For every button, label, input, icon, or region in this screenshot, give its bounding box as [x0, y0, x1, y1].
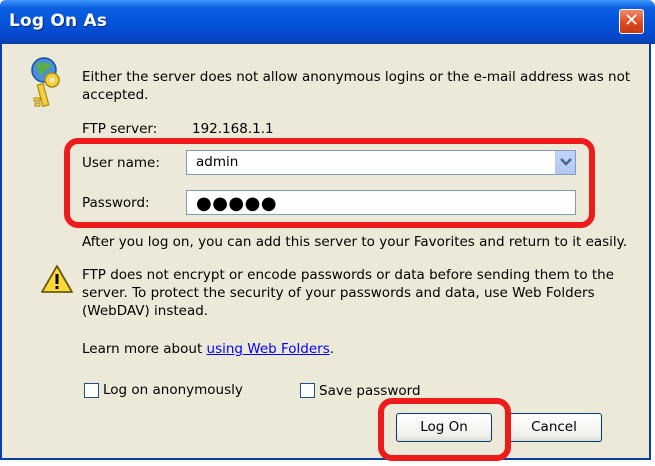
learn-more-prefix: Learn more about	[82, 341, 207, 357]
web-folders-link[interactable]: using Web Folders	[207, 341, 330, 357]
ftp-server-value: 192.168.1.1	[192, 121, 274, 137]
message-line-1: Either the server does not allow anonymo…	[82, 69, 631, 85]
anonymous-label[interactable]: Log on anonymously	[103, 382, 243, 399]
learn-more-text: Learn more about using Web Folders.	[82, 341, 334, 358]
dialog-title: Log On As	[9, 11, 108, 31]
close-icon: ✕	[623, 10, 640, 31]
close-button[interactable]: ✕	[619, 9, 644, 34]
title-bar[interactable]: Log On As ✕	[0, 0, 655, 44]
warning-line-1: FTP does not encrypt or encode passwords…	[82, 267, 615, 283]
ftp-server-label: FTP server:	[82, 121, 158, 137]
anonymous-checkbox[interactable]	[84, 383, 99, 398]
key-icon	[31, 57, 60, 108]
favorites-note: After you log on, you can add this serve…	[82, 234, 628, 250]
message-line-2: accepted.	[82, 87, 149, 103]
learn-more-suffix: .	[329, 341, 335, 357]
warning-line-3: (WebDAV) instead.	[82, 303, 209, 319]
credentials-highlight	[64, 138, 595, 228]
warning-line-2: server. To protect the security of your …	[82, 285, 595, 301]
log-on-button-highlight	[378, 398, 511, 461]
cancel-button[interactable]: Cancel	[506, 413, 602, 442]
save-password-checkbox[interactable]	[300, 383, 315, 398]
warning-icon	[41, 265, 73, 293]
